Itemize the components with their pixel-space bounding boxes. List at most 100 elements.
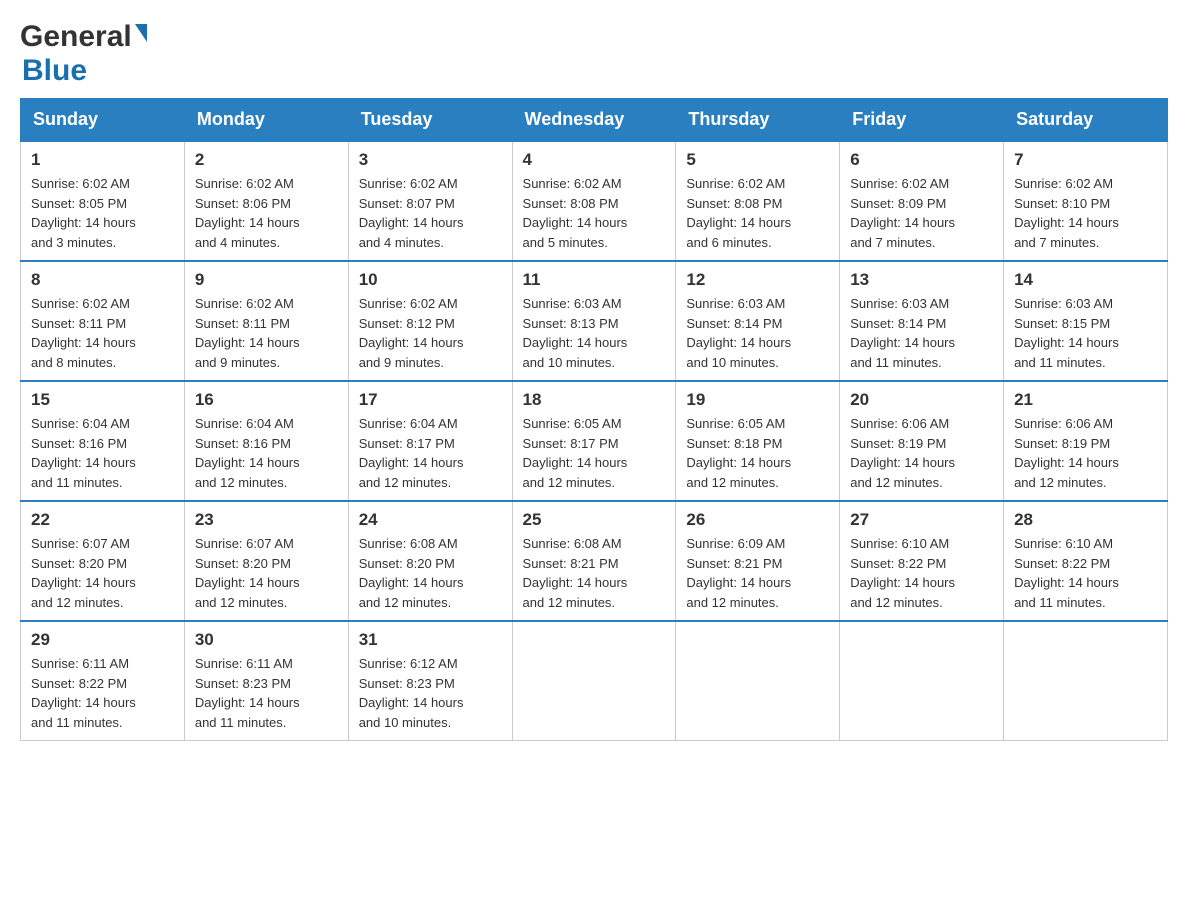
calendar-table: SundayMondayTuesdayWednesdayThursdayFrid… <box>20 98 1168 741</box>
day-number: 23 <box>195 510 338 530</box>
day-cell-26: 26 Sunrise: 6:09 AM Sunset: 8:21 PM Dayl… <box>676 501 840 621</box>
day-info: Sunrise: 6:07 AM Sunset: 8:20 PM Dayligh… <box>195 534 338 612</box>
day-info: Sunrise: 6:07 AM Sunset: 8:20 PM Dayligh… <box>31 534 174 612</box>
day-cell-27: 27 Sunrise: 6:10 AM Sunset: 8:22 PM Dayl… <box>840 501 1004 621</box>
day-number: 7 <box>1014 150 1157 170</box>
day-cell-25: 25 Sunrise: 6:08 AM Sunset: 8:21 PM Dayl… <box>512 501 676 621</box>
header-wednesday: Wednesday <box>512 99 676 142</box>
day-info: Sunrise: 6:06 AM Sunset: 8:19 PM Dayligh… <box>1014 414 1157 492</box>
logo-blue-text: Blue <box>22 54 87 88</box>
week-row-1: 1 Sunrise: 6:02 AM Sunset: 8:05 PM Dayli… <box>21 141 1168 261</box>
day-info: Sunrise: 6:04 AM Sunset: 8:16 PM Dayligh… <box>195 414 338 492</box>
day-number: 6 <box>850 150 993 170</box>
day-number: 5 <box>686 150 829 170</box>
day-info: Sunrise: 6:02 AM Sunset: 8:10 PM Dayligh… <box>1014 174 1157 252</box>
day-info: Sunrise: 6:03 AM Sunset: 8:14 PM Dayligh… <box>686 294 829 372</box>
day-number: 17 <box>359 390 502 410</box>
header-sunday: Sunday <box>21 99 185 142</box>
day-cell-3: 3 Sunrise: 6:02 AM Sunset: 8:07 PM Dayli… <box>348 141 512 261</box>
header-tuesday: Tuesday <box>348 99 512 142</box>
week-row-5: 29 Sunrise: 6:11 AM Sunset: 8:22 PM Dayl… <box>21 621 1168 741</box>
day-number: 19 <box>686 390 829 410</box>
day-info: Sunrise: 6:03 AM Sunset: 8:15 PM Dayligh… <box>1014 294 1157 372</box>
empty-cell-4-5 <box>840 621 1004 741</box>
day-cell-5: 5 Sunrise: 6:02 AM Sunset: 8:08 PM Dayli… <box>676 141 840 261</box>
day-number: 12 <box>686 270 829 290</box>
page-header: General Blue <box>20 20 1168 88</box>
day-number: 27 <box>850 510 993 530</box>
day-info: Sunrise: 6:05 AM Sunset: 8:17 PM Dayligh… <box>523 414 666 492</box>
empty-cell-4-3 <box>512 621 676 741</box>
day-info: Sunrise: 6:02 AM Sunset: 8:12 PM Dayligh… <box>359 294 502 372</box>
day-cell-30: 30 Sunrise: 6:11 AM Sunset: 8:23 PM Dayl… <box>184 621 348 741</box>
day-number: 9 <box>195 270 338 290</box>
day-info: Sunrise: 6:10 AM Sunset: 8:22 PM Dayligh… <box>1014 534 1157 612</box>
day-info: Sunrise: 6:06 AM Sunset: 8:19 PM Dayligh… <box>850 414 993 492</box>
day-cell-23: 23 Sunrise: 6:07 AM Sunset: 8:20 PM Dayl… <box>184 501 348 621</box>
day-cell-29: 29 Sunrise: 6:11 AM Sunset: 8:22 PM Dayl… <box>21 621 185 741</box>
day-cell-9: 9 Sunrise: 6:02 AM Sunset: 8:11 PM Dayli… <box>184 261 348 381</box>
day-number: 3 <box>359 150 502 170</box>
day-cell-31: 31 Sunrise: 6:12 AM Sunset: 8:23 PM Dayl… <box>348 621 512 741</box>
header-friday: Friday <box>840 99 1004 142</box>
day-info: Sunrise: 6:11 AM Sunset: 8:23 PM Dayligh… <box>195 654 338 732</box>
day-number: 22 <box>31 510 174 530</box>
header-thursday: Thursday <box>676 99 840 142</box>
day-info: Sunrise: 6:11 AM Sunset: 8:22 PM Dayligh… <box>31 654 174 732</box>
logo-triangle-icon <box>135 24 147 42</box>
day-cell-24: 24 Sunrise: 6:08 AM Sunset: 8:20 PM Dayl… <box>348 501 512 621</box>
day-info: Sunrise: 6:03 AM Sunset: 8:13 PM Dayligh… <box>523 294 666 372</box>
day-number: 16 <box>195 390 338 410</box>
day-number: 1 <box>31 150 174 170</box>
day-number: 18 <box>523 390 666 410</box>
day-number: 15 <box>31 390 174 410</box>
day-cell-10: 10 Sunrise: 6:02 AM Sunset: 8:12 PM Dayl… <box>348 261 512 381</box>
day-cell-15: 15 Sunrise: 6:04 AM Sunset: 8:16 PM Dayl… <box>21 381 185 501</box>
week-row-4: 22 Sunrise: 6:07 AM Sunset: 8:20 PM Dayl… <box>21 501 1168 621</box>
day-cell-21: 21 Sunrise: 6:06 AM Sunset: 8:19 PM Dayl… <box>1004 381 1168 501</box>
day-number: 26 <box>686 510 829 530</box>
week-row-2: 8 Sunrise: 6:02 AM Sunset: 8:11 PM Dayli… <box>21 261 1168 381</box>
day-info: Sunrise: 6:09 AM Sunset: 8:21 PM Dayligh… <box>686 534 829 612</box>
day-info: Sunrise: 6:02 AM Sunset: 8:07 PM Dayligh… <box>359 174 502 252</box>
day-number: 24 <box>359 510 502 530</box>
day-info: Sunrise: 6:02 AM Sunset: 8:06 PM Dayligh… <box>195 174 338 252</box>
day-cell-14: 14 Sunrise: 6:03 AM Sunset: 8:15 PM Dayl… <box>1004 261 1168 381</box>
day-info: Sunrise: 6:02 AM Sunset: 8:08 PM Dayligh… <box>686 174 829 252</box>
day-cell-16: 16 Sunrise: 6:04 AM Sunset: 8:16 PM Dayl… <box>184 381 348 501</box>
empty-cell-4-4 <box>676 621 840 741</box>
day-info: Sunrise: 6:10 AM Sunset: 8:22 PM Dayligh… <box>850 534 993 612</box>
day-cell-19: 19 Sunrise: 6:05 AM Sunset: 8:18 PM Dayl… <box>676 381 840 501</box>
day-info: Sunrise: 6:02 AM Sunset: 8:08 PM Dayligh… <box>523 174 666 252</box>
day-number: 29 <box>31 630 174 650</box>
day-cell-1: 1 Sunrise: 6:02 AM Sunset: 8:05 PM Dayli… <box>21 141 185 261</box>
day-number: 13 <box>850 270 993 290</box>
logo: General Blue <box>20 20 147 88</box>
day-number: 30 <box>195 630 338 650</box>
day-cell-2: 2 Sunrise: 6:02 AM Sunset: 8:06 PM Dayli… <box>184 141 348 261</box>
day-info: Sunrise: 6:04 AM Sunset: 8:17 PM Dayligh… <box>359 414 502 492</box>
day-cell-20: 20 Sunrise: 6:06 AM Sunset: 8:19 PM Dayl… <box>840 381 1004 501</box>
day-info: Sunrise: 6:08 AM Sunset: 8:21 PM Dayligh… <box>523 534 666 612</box>
day-cell-13: 13 Sunrise: 6:03 AM Sunset: 8:14 PM Dayl… <box>840 261 1004 381</box>
weekday-header-row: SundayMondayTuesdayWednesdayThursdayFrid… <box>21 99 1168 142</box>
day-info: Sunrise: 6:05 AM Sunset: 8:18 PM Dayligh… <box>686 414 829 492</box>
day-info: Sunrise: 6:03 AM Sunset: 8:14 PM Dayligh… <box>850 294 993 372</box>
header-saturday: Saturday <box>1004 99 1168 142</box>
day-info: Sunrise: 6:02 AM Sunset: 8:05 PM Dayligh… <box>31 174 174 252</box>
day-cell-12: 12 Sunrise: 6:03 AM Sunset: 8:14 PM Dayl… <box>676 261 840 381</box>
day-info: Sunrise: 6:08 AM Sunset: 8:20 PM Dayligh… <box>359 534 502 612</box>
day-number: 2 <box>195 150 338 170</box>
day-number: 25 <box>523 510 666 530</box>
day-cell-6: 6 Sunrise: 6:02 AM Sunset: 8:09 PM Dayli… <box>840 141 1004 261</box>
day-cell-28: 28 Sunrise: 6:10 AM Sunset: 8:22 PM Dayl… <box>1004 501 1168 621</box>
day-number: 4 <box>523 150 666 170</box>
day-info: Sunrise: 6:02 AM Sunset: 8:11 PM Dayligh… <box>195 294 338 372</box>
day-cell-17: 17 Sunrise: 6:04 AM Sunset: 8:17 PM Dayl… <box>348 381 512 501</box>
day-cell-18: 18 Sunrise: 6:05 AM Sunset: 8:17 PM Dayl… <box>512 381 676 501</box>
day-cell-11: 11 Sunrise: 6:03 AM Sunset: 8:13 PM Dayl… <box>512 261 676 381</box>
logo-general-text: General <box>20 20 132 54</box>
day-number: 14 <box>1014 270 1157 290</box>
week-row-3: 15 Sunrise: 6:04 AM Sunset: 8:16 PM Dayl… <box>21 381 1168 501</box>
day-number: 21 <box>1014 390 1157 410</box>
